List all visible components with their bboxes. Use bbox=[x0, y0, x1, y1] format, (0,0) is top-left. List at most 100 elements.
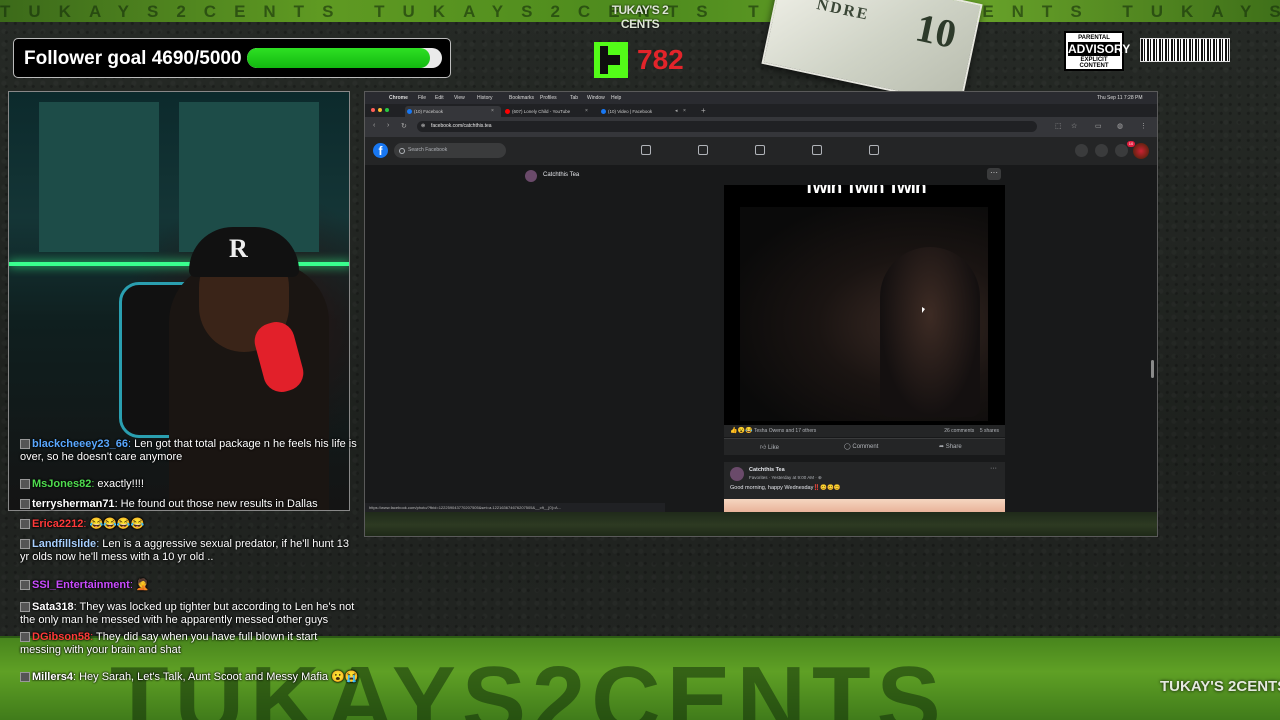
url-field[interactable]: ⊜ facebook.com/catchthis.tea bbox=[417, 121, 1037, 132]
menu-item-help[interactable]: Help bbox=[611, 95, 621, 101]
menu-item-file[interactable]: File bbox=[418, 95, 426, 101]
scrollbar[interactable] bbox=[1151, 360, 1154, 378]
facebook-logo-icon[interactable]: f bbox=[373, 143, 388, 158]
menu-item-history[interactable]: History bbox=[477, 95, 493, 101]
chat-username[interactable]: MsJones82 bbox=[32, 478, 91, 490]
address-bar: ‹ › ↻ ⊜ facebook.com/catchthis.tea ⬚ ☆ ▭… bbox=[365, 117, 1157, 137]
tab-youtube[interactable]: (607) Lonely Child - YouTube × bbox=[503, 106, 595, 117]
follower-goal-progress-track bbox=[247, 48, 442, 68]
megaphone-icon[interactable] bbox=[812, 145, 822, 155]
more-options-button[interactable]: ··· bbox=[987, 168, 1001, 180]
account-avatar[interactable] bbox=[1133, 143, 1149, 159]
tab-facebook[interactable]: (10) Facebook × bbox=[405, 106, 501, 117]
chat-badge-icon bbox=[20, 439, 30, 450]
chat-username[interactable]: SSI_Entertainment bbox=[32, 579, 130, 591]
post-author-avatar[interactable] bbox=[730, 467, 744, 481]
cam-window-left bbox=[39, 102, 159, 252]
flag-icon[interactable] bbox=[698, 145, 708, 155]
tab-close-icon[interactable]: × bbox=[683, 106, 686, 117]
chat-message: SSI_Entertainment: 🤦 bbox=[20, 579, 360, 592]
top-banner: TUKAYS2CENTS TUKAYS2CENTS TUKAYS2CENTS T… bbox=[0, 0, 1280, 31]
barcode-graphic bbox=[1140, 38, 1230, 62]
chat-message: Erica2212: 😂😂😂😂 bbox=[20, 518, 360, 531]
menu-item-tab[interactable]: Tab bbox=[570, 95, 578, 101]
back-button[interactable]: ‹ bbox=[373, 122, 375, 129]
menu-item-edit[interactable]: Edit bbox=[435, 95, 444, 101]
chat-badge-icon bbox=[20, 539, 30, 550]
side-panel-icon[interactable]: ▭ bbox=[1095, 122, 1102, 130]
facebook-search-input[interactable]: Search Facebook bbox=[394, 143, 506, 158]
tab-close-icon[interactable]: × bbox=[585, 106, 588, 117]
home-icon[interactable] bbox=[641, 145, 651, 155]
chat-username[interactable]: Landfillslide bbox=[32, 538, 96, 550]
messenger-icon[interactable] bbox=[1095, 144, 1108, 157]
chat-message: DGibson58: They did say when you have fu… bbox=[20, 631, 318, 656]
reactions-row: 👍😮😂 Tesha Owens and 17 others 26 comment… bbox=[724, 425, 1005, 437]
reaction-summary[interactable]: Tesha Owens and 17 others bbox=[754, 428, 816, 434]
menu-app-name[interactable]: Chrome bbox=[389, 95, 408, 101]
chat-message: blackcheeey23_66: Len got that total pac… bbox=[20, 438, 357, 463]
menu-item-window[interactable]: Window bbox=[587, 95, 605, 101]
chat-message: MsJones82: exactly!!!! bbox=[20, 478, 360, 491]
menu-item-view[interactable]: View bbox=[454, 95, 465, 101]
facebook-favicon-icon bbox=[407, 109, 412, 114]
window-minimize-button[interactable] bbox=[378, 108, 382, 112]
chat-badge-icon bbox=[20, 602, 30, 613]
chat-username[interactable]: Sata318 bbox=[32, 601, 74, 613]
menu-item-bookmarks[interactable]: Bookmarks bbox=[509, 95, 534, 101]
post-more-icon[interactable]: ··· bbox=[990, 465, 997, 472]
chat-username[interactable]: blackcheeey23_66 bbox=[32, 438, 128, 450]
post-image[interactable] bbox=[724, 499, 1005, 512]
chat-message: Millers4: Hey Sarah, Let's Talk, Aunt Sc… bbox=[20, 671, 360, 684]
tab-facebook-video[interactable]: (10) Video | Facebook ◂ × bbox=[599, 106, 691, 117]
notifications-bell-icon[interactable] bbox=[1115, 144, 1128, 157]
reload-button[interactable]: ↻ bbox=[401, 122, 407, 130]
chat-username[interactable]: terrysherman71 bbox=[32, 498, 115, 510]
chat-message: terrysherman71: He found out those new r… bbox=[20, 498, 360, 511]
speaker-icon[interactable]: ◂ bbox=[675, 106, 678, 117]
tab-close-icon[interactable]: × bbox=[491, 106, 494, 117]
chat-username[interactable]: DGibson58 bbox=[32, 631, 90, 643]
extensions-icon[interactable]: ⬚ bbox=[1055, 122, 1062, 130]
post-actions: 👍︎ Like ◯ Comment ➦ Share bbox=[724, 438, 1005, 455]
video-post[interactable]: Twin Twin Twin bbox=[724, 185, 1005, 425]
video-icon[interactable] bbox=[869, 145, 879, 155]
profile-icon[interactable]: ◍ bbox=[1117, 122, 1123, 130]
bookmark-star-icon[interactable]: ☆ bbox=[1071, 122, 1077, 130]
menu-item-profiles[interactable]: Profiles bbox=[540, 95, 557, 101]
stream-overlay: TUKAYS2CENTS TUKAYS2CENTS TUKAYS2CENTS T… bbox=[0, 0, 1280, 720]
chat-username[interactable]: Erica2212 bbox=[32, 518, 83, 530]
chat-message: Sata318: They was locked up tighter but … bbox=[20, 601, 355, 626]
tab-bar: (10) Facebook × (607) Lonely Child - You… bbox=[365, 104, 1157, 117]
window-close-button[interactable] bbox=[371, 108, 375, 112]
menu-grid-icon[interactable] bbox=[1075, 144, 1088, 157]
site-info-icon[interactable]: ⊜ bbox=[421, 121, 425, 132]
chat-username[interactable]: Millers4 bbox=[32, 671, 73, 683]
post-text: Good morning, happy Wednesday‼️😊😊😊 bbox=[730, 485, 841, 491]
chat-badge-icon bbox=[20, 479, 30, 490]
chat-text: 🤦 bbox=[132, 579, 150, 591]
marketplace-icon[interactable] bbox=[755, 145, 765, 155]
reaction-icons[interactable]: 👍😮😂 bbox=[730, 427, 752, 434]
forward-button[interactable]: › bbox=[387, 122, 389, 129]
chat-overlay: blackcheeey23_66: Len got that total pac… bbox=[20, 416, 360, 686]
chat-badge-icon bbox=[20, 499, 30, 510]
follower-goal-widget: Follower goal 4690/5000 bbox=[13, 38, 451, 78]
comments-count[interactable]: 26 comments bbox=[944, 428, 974, 434]
status-bar-url: https://www.facebook.com/photo/?fbid=122… bbox=[365, 503, 665, 512]
parental-advisory-logo: PARENTAL ADVISORY EXPLICIT CONTENT bbox=[1064, 31, 1130, 71]
comment-button[interactable]: ◯ Comment bbox=[844, 443, 878, 450]
brand-logo-bottom: TUKAY'S 2CENTS bbox=[1160, 678, 1280, 695]
page-name[interactable]: Catchthis Tea bbox=[543, 172, 579, 178]
window-zoom-button[interactable] bbox=[385, 108, 389, 112]
video-player[interactable] bbox=[740, 207, 988, 421]
page-avatar[interactable] bbox=[525, 170, 537, 182]
post-author-name[interactable]: Catchthis Tea bbox=[749, 467, 785, 473]
shares-count[interactable]: 5 shares bbox=[980, 428, 999, 434]
chrome-menu-icon[interactable]: ⋮ bbox=[1140, 122, 1147, 130]
chat-badge-icon bbox=[20, 632, 30, 643]
share-button[interactable]: ➦ Share bbox=[939, 443, 962, 450]
like-button[interactable]: 👍︎ Like bbox=[760, 443, 779, 451]
new-tab-button[interactable]: + bbox=[701, 104, 706, 117]
kick-icon bbox=[594, 42, 628, 78]
